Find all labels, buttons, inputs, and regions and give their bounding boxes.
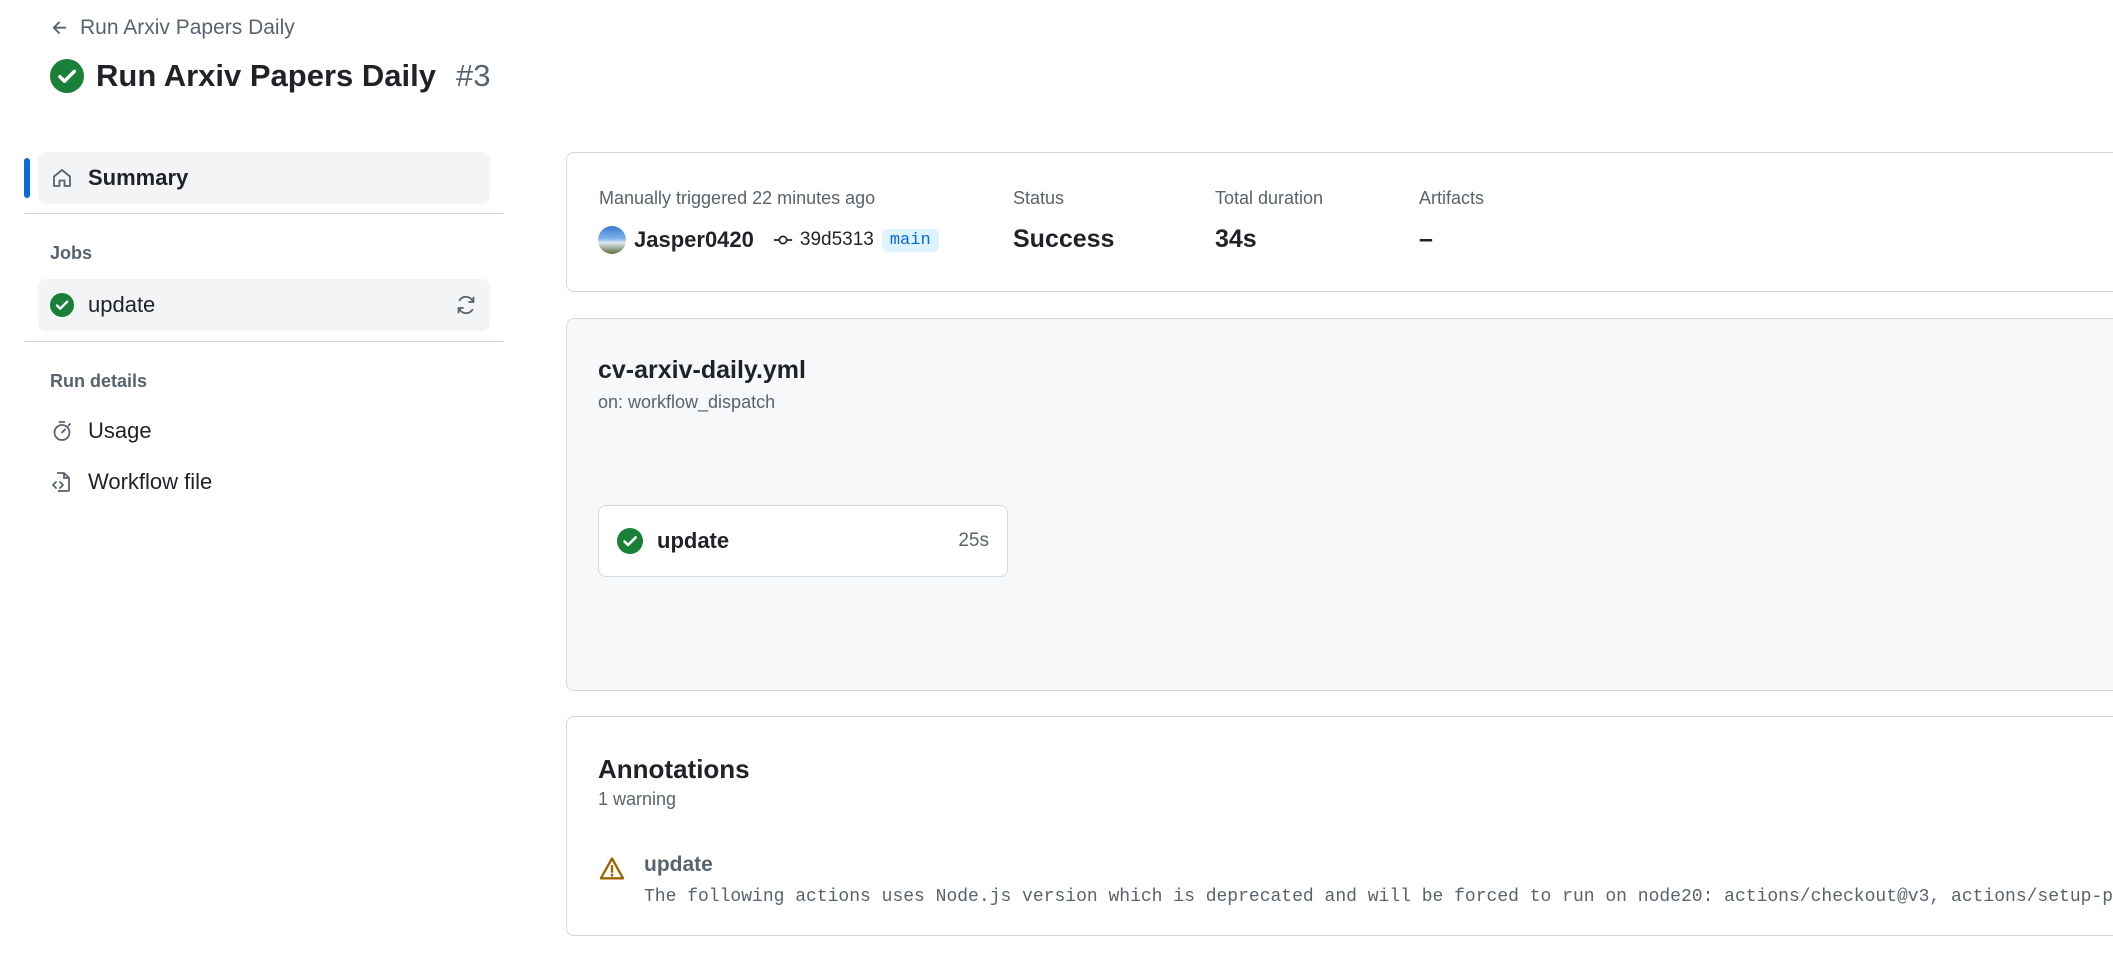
- commit-link[interactable]: 39d5313: [772, 229, 874, 251]
- run-summary-card: [566, 152, 2113, 292]
- sidebar-item-label: update: [88, 292, 156, 317]
- commit-icon: [773, 235, 793, 245]
- back-link-label: Run Arxiv Papers Daily: [80, 16, 295, 39]
- file-code-icon: [52, 472, 70, 492]
- rerun-icon[interactable]: [454, 293, 478, 317]
- sidebar-item-job-update[interactable]: update: [38, 279, 490, 331]
- trigger-details: Jasper0420 39d5313 main: [598, 226, 939, 254]
- jobs-heading: Jobs: [50, 243, 93, 263]
- divider: [24, 213, 504, 214]
- commit-sha: 39d5313: [799, 229, 874, 250]
- check-circle-icon: [50, 293, 74, 317]
- stopwatch-icon: [53, 421, 71, 441]
- job-duration: 25s: [958, 530, 989, 551]
- artifacts-label: Artifacts: [1419, 188, 1485, 208]
- active-indicator: [24, 158, 30, 198]
- sidebar-item-label: Workflow file: [88, 469, 213, 494]
- avatar[interactable]: [598, 226, 626, 254]
- annotations-title: Annotations: [598, 754, 750, 784]
- warning-icon: [599, 857, 625, 880]
- sidebar-item-usage[interactable]: Usage: [50, 411, 152, 451]
- check-circle-icon: [50, 59, 84, 93]
- annotation-message: The following actions uses Node.js versi…: [644, 887, 2113, 907]
- branch-badge[interactable]: main: [881, 228, 939, 252]
- graph-job-update[interactable]: update 25s: [598, 505, 1008, 577]
- sidebar-item-summary[interactable]: Summary: [38, 152, 490, 204]
- duration-value: 34s: [1215, 225, 1257, 253]
- artifacts-value: –: [1419, 225, 1433, 253]
- home-icon: [53, 169, 71, 187]
- check-circle-icon: [617, 528, 643, 554]
- page-title: Run Arxiv Papers Daily #3: [50, 58, 490, 94]
- trigger-text: Manually triggered 22 minutes ago: [599, 188, 876, 208]
- back-link[interactable]: Run Arxiv Papers Daily: [50, 16, 295, 40]
- annotations-count: 1 warning: [598, 789, 677, 809]
- run-number: #3: [456, 58, 491, 93]
- sidebar-item-workflow-file[interactable]: Workflow file: [50, 462, 212, 502]
- job-name: update: [657, 528, 730, 553]
- annotation-item: update The following actions uses Node.j…: [598, 853, 2113, 907]
- divider: [24, 341, 504, 342]
- run-details-heading: Run details: [50, 371, 148, 391]
- actor-link[interactable]: Jasper0420: [634, 227, 754, 253]
- workflow-trigger: on: workflow_dispatch: [598, 392, 776, 412]
- sidebar-item-label: Summary: [88, 165, 189, 190]
- status-value: Success: [1013, 225, 1115, 253]
- status-label: Status: [1013, 188, 1065, 208]
- run-title: Run Arxiv Papers Daily: [96, 58, 436, 93]
- workflow-file-name: cv-arxiv-daily.yml: [598, 356, 806, 384]
- duration-label: Total duration: [1215, 188, 1324, 208]
- annotation-job-link[interactable]: update: [644, 853, 2113, 877]
- sidebar-item-label: Usage: [88, 418, 152, 443]
- arrow-left-icon: [52, 21, 67, 34]
